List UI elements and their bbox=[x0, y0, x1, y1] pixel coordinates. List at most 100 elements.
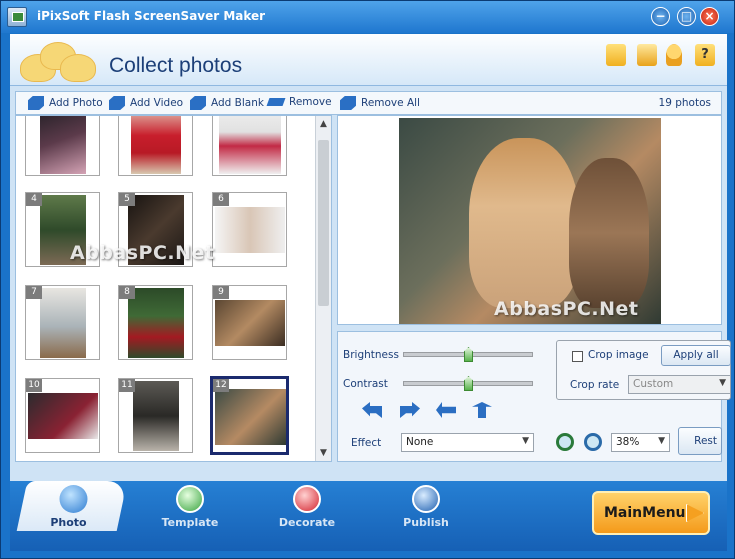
publish-icon bbox=[412, 485, 440, 513]
crop-image-checkbox[interactable] bbox=[572, 351, 583, 362]
add-blank-button[interactable]: Add Blank bbox=[190, 96, 264, 110]
flip-horizontal-icon[interactable] bbox=[436, 402, 456, 418]
reset-button[interactable]: Rest bbox=[678, 427, 722, 455]
brightness-knob[interactable] bbox=[464, 347, 473, 362]
photo-preview: AbbasPC.Net bbox=[337, 115, 722, 325]
remove-label: Remove bbox=[289, 96, 332, 108]
contrast-knob[interactable] bbox=[464, 376, 473, 391]
decorate-icon bbox=[293, 485, 321, 513]
thumbnail-scrollbar[interactable]: ▲ ▼ bbox=[315, 116, 331, 461]
thumbnail-number: 10 bbox=[26, 379, 42, 392]
add-photo-label: Add Photo bbox=[49, 97, 103, 109]
scroll-up-icon[interactable]: ▲ bbox=[316, 116, 331, 132]
help-icon[interactable]: ? bbox=[695, 44, 715, 66]
minimize-button[interactable]: − bbox=[651, 7, 670, 26]
play-arrow-icon bbox=[686, 504, 704, 522]
save-icon[interactable] bbox=[637, 44, 657, 66]
thumbnail-number: 4 bbox=[26, 193, 42, 206]
main-menu-button[interactable]: MainMenu bbox=[592, 491, 710, 535]
thumbnail-1[interactable] bbox=[25, 116, 100, 176]
crop-rate-select[interactable]: Custom ▼ bbox=[628, 375, 731, 394]
thumbnail-11[interactable]: 11 bbox=[118, 378, 193, 453]
clover-logo-icon bbox=[16, 40, 100, 82]
thumbnail-number: 12 bbox=[213, 379, 229, 392]
brightness-slider[interactable] bbox=[403, 347, 533, 362]
photo-icon bbox=[59, 485, 88, 513]
add-blank-label: Add Blank bbox=[211, 97, 264, 109]
thumbnail-12[interactable]: 12 bbox=[210, 376, 289, 455]
remove-all-icon bbox=[340, 96, 356, 110]
zoom-out-icon[interactable] bbox=[584, 433, 602, 451]
title-bar[interactable]: iPixSoft Flash ScreenSaver Maker − □ × bbox=[1, 1, 734, 33]
add-video-button[interactable]: Add Video bbox=[109, 96, 183, 110]
page-header: Collect photos ? bbox=[10, 34, 727, 86]
tab-template[interactable]: Template bbox=[140, 481, 240, 533]
remove-all-label: Remove All bbox=[361, 97, 420, 109]
main-menu-label: MainMenu bbox=[604, 505, 686, 521]
chevron-down-icon: ▼ bbox=[658, 436, 665, 446]
maximize-button[interactable]: □ bbox=[677, 7, 696, 26]
scroll-thumb[interactable] bbox=[318, 140, 329, 306]
main-area: Collect photos ? Add Photo Add Video Add… bbox=[10, 34, 731, 481]
crop-rate-value: Custom bbox=[633, 378, 674, 390]
chevron-down-icon: ▼ bbox=[522, 436, 529, 446]
thumbnail-10[interactable]: 10 bbox=[25, 378, 100, 453]
photo-count: 19 photos bbox=[658, 97, 711, 109]
crop-image-label: Crop image bbox=[588, 349, 649, 361]
add-video-label: Add Video bbox=[130, 97, 184, 109]
thumbnail-7[interactable]: 7 bbox=[25, 285, 100, 360]
scroll-down-icon[interactable]: ▼ bbox=[316, 445, 331, 461]
watermark-text: AbbasPC.Net bbox=[70, 242, 215, 264]
add-video-icon bbox=[109, 96, 125, 110]
rotate-right-icon[interactable] bbox=[400, 402, 420, 418]
thumbnail-number: 11 bbox=[119, 379, 135, 392]
remove-button[interactable]: Remove bbox=[266, 96, 332, 108]
photo-controls: Brightness Contrast Effect None ▼ Crop i… bbox=[337, 331, 731, 462]
app-icon bbox=[7, 7, 27, 27]
close-button[interactable]: × bbox=[700, 7, 719, 26]
remove-icon bbox=[266, 98, 286, 106]
zoom-select[interactable]: 38% ▼ bbox=[611, 433, 670, 452]
apply-all-button[interactable]: Apply all bbox=[661, 345, 731, 366]
folder-icon[interactable] bbox=[606, 44, 626, 66]
rotate-left-icon[interactable] bbox=[362, 402, 382, 418]
add-photo-button[interactable]: Add Photo bbox=[28, 96, 103, 110]
zoom-in-icon[interactable] bbox=[556, 433, 574, 451]
app-window: iPixSoft Flash ScreenSaver Maker − □ × C… bbox=[0, 0, 735, 559]
effect-label: Effect bbox=[351, 437, 382, 449]
chevron-down-icon: ▼ bbox=[719, 378, 726, 388]
effect-value: None bbox=[406, 436, 434, 448]
remove-all-button[interactable]: Remove All bbox=[340, 96, 420, 110]
preview-image: AbbasPC.Net bbox=[399, 118, 661, 324]
crop-rate-label: Crop rate bbox=[570, 379, 620, 391]
thumbnail-list[interactable]: 4 5 6 7 8 9 10 11 12 AbbasPC.Net ▲ ▼ bbox=[15, 115, 332, 462]
user-icon[interactable] bbox=[666, 44, 682, 66]
zoom-value: 38% bbox=[616, 436, 640, 448]
effect-select[interactable]: None ▼ bbox=[401, 433, 534, 452]
contrast-slider[interactable] bbox=[403, 376, 533, 391]
tab-publish-label: Publish bbox=[403, 516, 449, 529]
add-blank-icon bbox=[190, 96, 206, 110]
window-title: iPixSoft Flash ScreenSaver Maker bbox=[37, 9, 266, 23]
preview-watermark: AbbasPC.Net bbox=[494, 298, 639, 320]
thumbnail-6[interactable]: 6 bbox=[212, 192, 287, 267]
add-photo-icon bbox=[28, 96, 44, 110]
flip-vertical-icon[interactable] bbox=[472, 402, 492, 418]
page-title: Collect photos bbox=[109, 54, 243, 77]
thumbnail-number: 5 bbox=[119, 193, 135, 206]
tab-decorate[interactable]: Decorate bbox=[257, 481, 357, 533]
bottom-navigation: Photo Template Decorate Publish MainMenu bbox=[10, 481, 727, 551]
photo-toolbar: Add Photo Add Video Add Blank Remove Rem… bbox=[15, 91, 722, 115]
thumbnail-9[interactable]: 9 bbox=[212, 285, 287, 360]
thumbnail-3[interactable] bbox=[212, 116, 287, 176]
thumbnail-number: 7 bbox=[26, 286, 42, 299]
crop-group: Crop image Apply all Crop rate Custom ▼ bbox=[556, 340, 731, 400]
tab-photo-label: Photo bbox=[50, 516, 87, 529]
thumbnail-number: 8 bbox=[119, 286, 135, 299]
tab-publish[interactable]: Publish bbox=[376, 481, 476, 533]
tab-photo[interactable]: Photo bbox=[16, 481, 128, 531]
thumbnail-2[interactable] bbox=[118, 116, 193, 176]
template-icon bbox=[176, 485, 204, 513]
brightness-label: Brightness bbox=[343, 349, 399, 361]
thumbnail-8[interactable]: 8 bbox=[118, 285, 193, 360]
